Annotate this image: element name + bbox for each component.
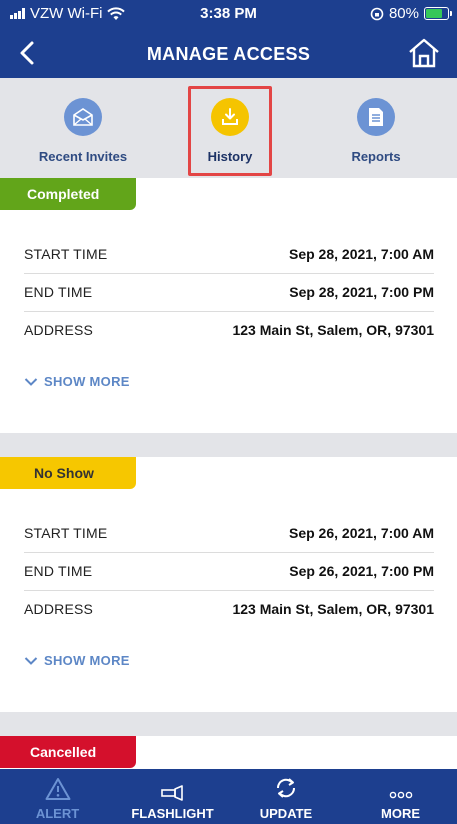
- tab-reports-label: Reports: [351, 149, 401, 164]
- envelope-icon: [64, 98, 102, 136]
- status-bar: VZW Wi-Fi 3:38 PM 80%: [0, 0, 457, 30]
- nav-update[interactable]: UPDATE: [250, 769, 322, 824]
- tab-reports[interactable]: Reports: [335, 78, 417, 178]
- history-card: Cancelled: [0, 736, 457, 769]
- nav-update-label: UPDATE: [259, 806, 313, 821]
- show-more-button[interactable]: SHOW MORE: [24, 374, 130, 389]
- show-more-label: SHOW MORE: [44, 653, 130, 668]
- page-title: MANAGE ACCESS: [146, 44, 311, 64]
- history-card: No Show START TIME Sep 26, 2021, 7:00 AM…: [0, 457, 457, 712]
- start-time-row: START TIME Sep 28, 2021, 7:00 AM: [24, 236, 434, 274]
- refresh-icon: [250, 769, 322, 801]
- status-badge: Completed: [0, 178, 136, 210]
- status-badge: No Show: [0, 457, 136, 489]
- home-icon[interactable]: [407, 37, 441, 69]
- status-badge: Cancelled: [0, 736, 136, 768]
- nav-alert[interactable]: ALERT: [20, 769, 95, 824]
- address-label: ADDRESS: [24, 601, 94, 617]
- tab-recent-invites-label: Recent Invites: [38, 149, 128, 164]
- flashlight-icon: [130, 769, 215, 801]
- start-time-value: Sep 28, 2021, 7:00 AM: [288, 246, 434, 262]
- start-time-row: START TIME Sep 26, 2021, 7:00 AM: [24, 515, 434, 553]
- address-value: 123 Main St, Salem, OR, 97301: [232, 322, 434, 338]
- history-tab-highlight: [188, 86, 272, 176]
- battery-icon: [424, 7, 452, 20]
- end-time-value: Sep 26, 2021, 7:00 PM: [289, 563, 434, 579]
- nav-flashlight[interactable]: FLASHLIGHT: [130, 769, 215, 824]
- nav-alert-label: ALERT: [35, 806, 80, 821]
- nav-flashlight-label: FLASHLIGHT: [131, 806, 214, 821]
- nav-more-label: MORE: [381, 806, 420, 821]
- address-label: ADDRESS: [24, 322, 94, 338]
- end-time-row: END TIME Sep 26, 2021, 7:00 PM: [24, 553, 434, 591]
- start-time-label: START TIME: [24, 525, 108, 541]
- end-time-row: END TIME Sep 28, 2021, 7:00 PM: [24, 274, 434, 312]
- bottom-navigation: ALERT FLASHLIGHT UPDATE MORE: [0, 769, 457, 824]
- chevron-down-icon: [24, 656, 38, 665]
- show-more-label: SHOW MORE: [44, 374, 130, 389]
- warning-icon: [20, 769, 95, 801]
- end-time-value: Sep 28, 2021, 7:00 PM: [289, 284, 434, 300]
- nav-more[interactable]: MORE: [363, 769, 438, 824]
- history-card: Completed START TIME Sep 28, 2021, 7:00 …: [0, 178, 457, 433]
- start-time-value: Sep 26, 2021, 7:00 AM: [288, 525, 434, 541]
- show-more-button[interactable]: SHOW MORE: [24, 653, 130, 668]
- address-value: 123 Main St, Salem, OR, 97301: [232, 601, 434, 617]
- document-icon: [357, 98, 395, 136]
- orientation-lock-icon: [370, 7, 384, 20]
- address-row: ADDRESS 123 Main St, Salem, OR, 97301: [24, 591, 434, 629]
- app-header: MANAGE ACCESS: [0, 30, 457, 78]
- end-time-label: END TIME: [24, 284, 93, 300]
- chevron-down-icon: [24, 377, 38, 386]
- address-row: ADDRESS 123 Main St, Salem, OR, 97301: [24, 312, 434, 350]
- more-dots-icon: [363, 769, 438, 801]
- battery-percent: 80%: [388, 5, 419, 22]
- tab-recent-invites[interactable]: Recent Invites: [22, 78, 144, 178]
- start-time-label: START TIME: [24, 246, 108, 262]
- end-time-label: END TIME: [24, 563, 93, 579]
